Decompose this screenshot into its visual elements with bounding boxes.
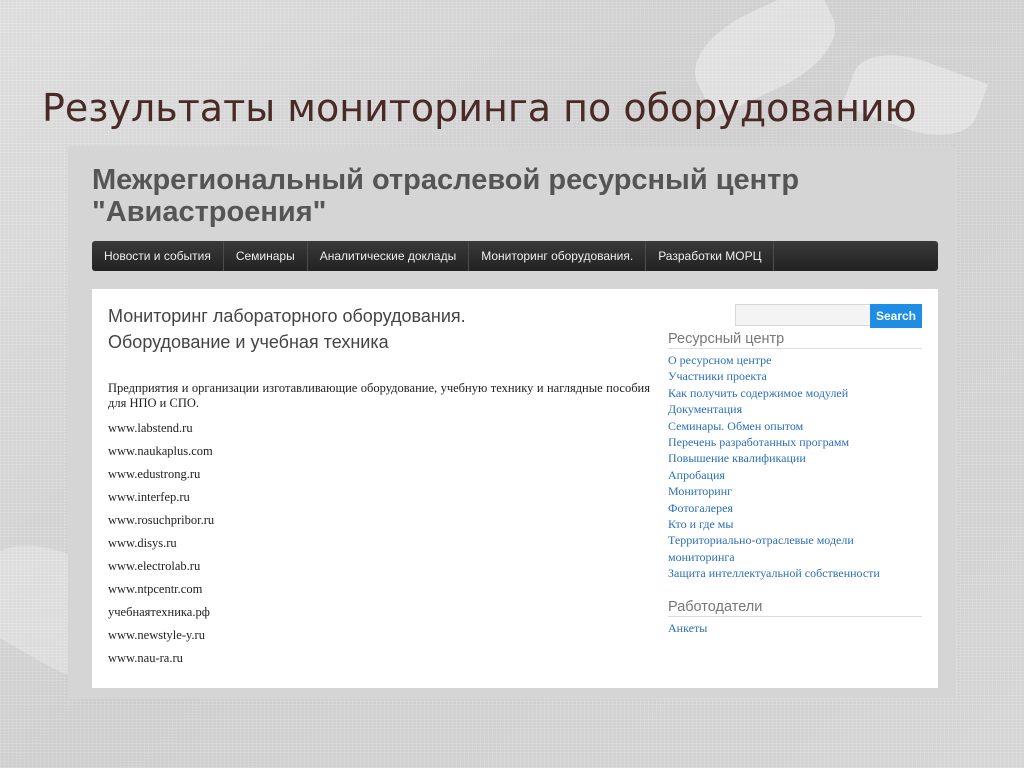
sidebar-link-contacts[interactable]: Кто и где мы bbox=[668, 516, 922, 532]
list-item: www.disys.ru bbox=[108, 536, 177, 550]
sidebar-link-documentation[interactable]: Документация bbox=[668, 401, 922, 417]
list-item: www.rosuchpribor.ru bbox=[108, 513, 215, 527]
list-item: www.electrolab.ru bbox=[108, 559, 201, 573]
sidebar-link-seminars[interactable]: Семинары. Обмен опытом bbox=[668, 418, 922, 434]
list-item: www.edustrong.ru bbox=[108, 467, 201, 481]
nav-item-news[interactable]: Новости и события bbox=[92, 241, 224, 271]
nav-item-reports[interactable]: Аналитические доклады bbox=[308, 241, 470, 271]
list-item: www.labstend.ru bbox=[108, 421, 193, 435]
sidebar-link-get-modules[interactable]: Как получить содержимое модулей bbox=[668, 385, 922, 401]
sidebar-link-programs[interactable]: Перечень разработанных программ bbox=[668, 434, 922, 450]
search-form: Search bbox=[668, 304, 922, 328]
vendor-list: www.labstend.ru www.naukaplus.com www.ed… bbox=[108, 420, 650, 673]
list-item: www.naukaplus.com bbox=[108, 444, 213, 458]
nav-item-monitoring[interactable]: Мониторинг оборудования. bbox=[469, 241, 647, 271]
sidebar-link-participants[interactable]: Участники проекта bbox=[668, 368, 922, 384]
sidebar-link-models[interactable]: Территориально-отраслевые модели монитор… bbox=[668, 532, 922, 565]
website-screenshot: Межрегиональный отраслевой ресурсный цен… bbox=[68, 146, 956, 698]
site-title-line1: Межрегиональный отраслевой ресурсный цен… bbox=[92, 164, 800, 196]
search-button[interactable]: Search bbox=[869, 304, 922, 328]
main-column: Мониторинг лабораторного оборудования. О… bbox=[108, 303, 650, 673]
page-subheading: Оборудование и учебная техника bbox=[108, 332, 389, 352]
sidebar-link-monitoring[interactable]: Мониторинг bbox=[668, 483, 922, 499]
list-item: учебнаятехника.рф bbox=[108, 605, 210, 619]
nav-item-developments[interactable]: Разработки МОРЦ bbox=[646, 241, 775, 271]
sidebar-menu-resource-center: О ресурсном центре Участники проекта Как… bbox=[668, 352, 922, 582]
list-item: www.newstyle-y.ru bbox=[108, 628, 205, 642]
site-title-line2: "Авиастроения" bbox=[92, 196, 327, 228]
sidebar-link-ip-protection[interactable]: Защита интеллектуальной собственности bbox=[668, 565, 922, 581]
main-navigation: Новости и события Семинары Аналитические… bbox=[92, 241, 938, 271]
page-heading: Мониторинг лабораторного оборудования. bbox=[108, 306, 466, 326]
sidebar-link-surveys[interactable]: Анкеты bbox=[668, 620, 922, 636]
sidebar-menu-employers: Анкеты bbox=[668, 620, 922, 636]
sidebar-link-about[interactable]: О ресурсном центре bbox=[668, 352, 922, 368]
sidebar: Search Ресурсный центр О ресурсном центр… bbox=[668, 304, 922, 636]
search-input[interactable] bbox=[734, 304, 871, 326]
list-item: www.nau-ra.ru bbox=[108, 651, 183, 665]
slide-title: Результаты мониторинга по оборудованию bbox=[42, 86, 917, 130]
list-item: www.ntpcentr.com bbox=[108, 582, 203, 596]
site-title: Межрегиональный отраслевой ресурсный цен… bbox=[92, 164, 799, 228]
sidebar-link-gallery[interactable]: Фотогалерея bbox=[668, 500, 922, 516]
list-item: www.interfep.ru bbox=[108, 490, 190, 504]
sidebar-link-qualification[interactable]: Повышение квалификации bbox=[668, 450, 922, 466]
sidebar-section-title-resource-center: Ресурсный центр bbox=[668, 331, 922, 349]
content-area: Мониторинг лабораторного оборудования. О… bbox=[92, 289, 938, 688]
sidebar-link-approbation[interactable]: Апробация bbox=[668, 467, 922, 483]
sidebar-section-title-employers: Работодатели bbox=[668, 599, 922, 617]
intro-text: Предприятия и организации изготавливающи… bbox=[108, 381, 650, 410]
nav-item-seminars[interactable]: Семинары bbox=[224, 241, 308, 271]
